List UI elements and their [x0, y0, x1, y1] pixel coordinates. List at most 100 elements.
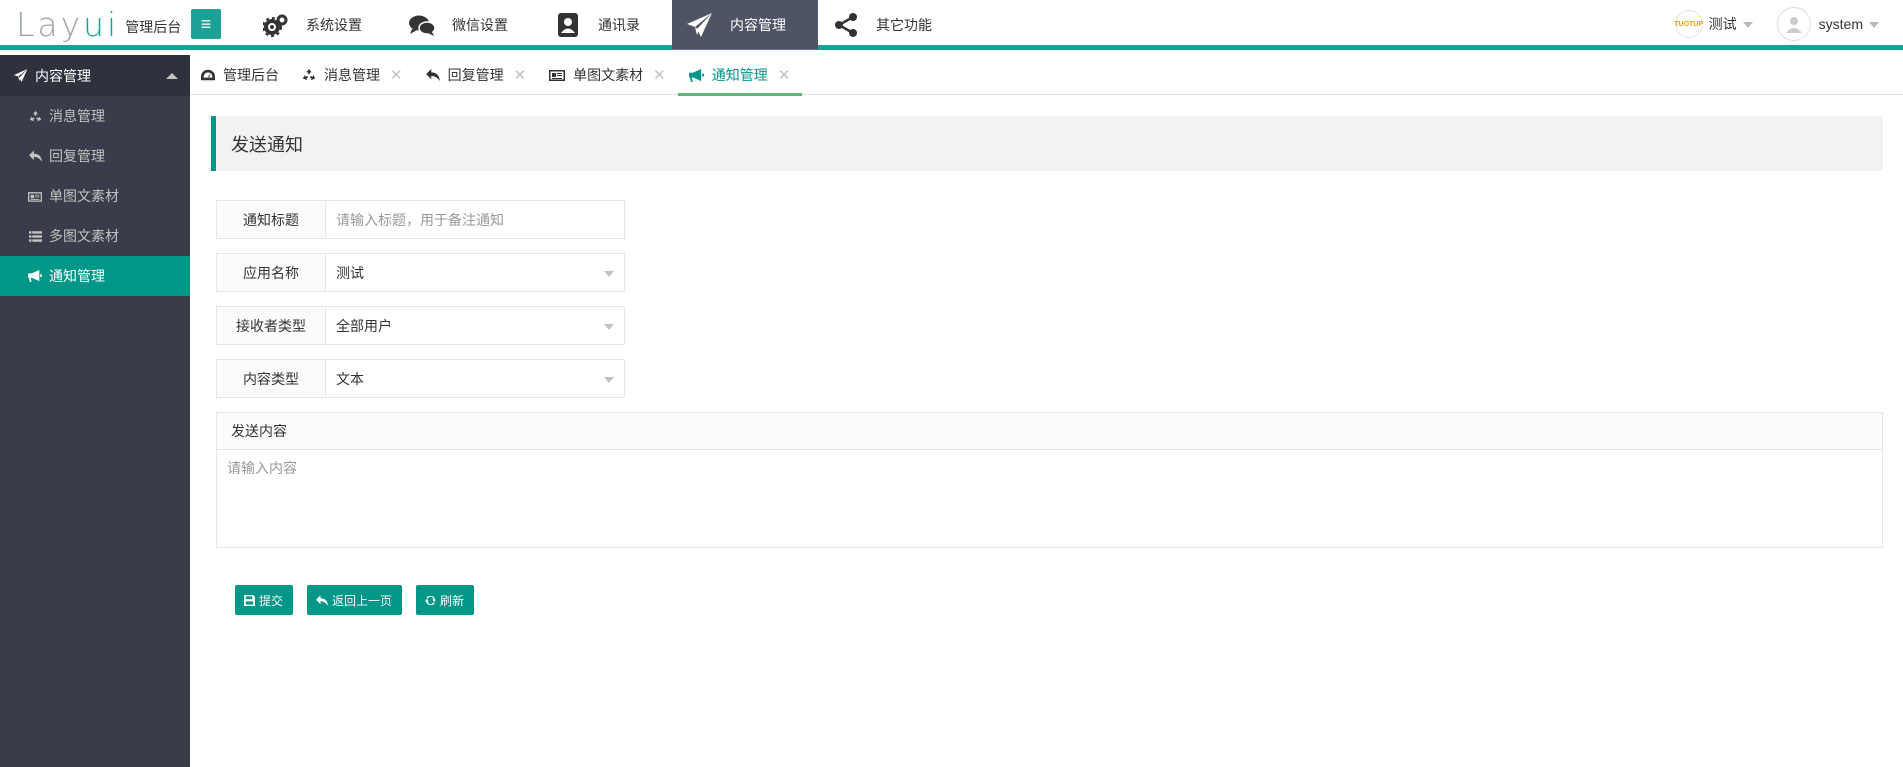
topnav-item-system-settings[interactable]: 系统设置 — [248, 0, 394, 49]
select-value: 全部用户 — [336, 317, 392, 334]
sidebar-item-single-article[interactable]: 单图文素材 — [0, 176, 190, 216]
reply-icon — [316, 594, 329, 606]
tab-single-article[interactable]: 单图文素材 ✕ — [538, 55, 678, 95]
sidebar-item-multi-article[interactable]: 多图文素材 — [0, 216, 190, 256]
sidebar-section-header[interactable]: 内容管理 — [0, 55, 190, 96]
button-row: 提交 返回上一页 刷新 — [235, 585, 488, 615]
button-label: 提交 — [259, 593, 284, 608]
chevron-down-icon — [1742, 22, 1753, 28]
topnav-label: 微信设置 — [452, 16, 508, 33]
avatar — [1776, 7, 1811, 41]
sidebar-item-label: 多图文素材 — [49, 228, 119, 244]
sidebar-item-reply-management[interactable]: 回复管理 — [0, 136, 190, 176]
reply-icon — [28, 150, 42, 162]
app-logo: TUOTUP — [1674, 10, 1703, 38]
page-title: 发送通知 — [211, 116, 1883, 171]
newspaper-icon — [549, 69, 566, 81]
topnav-label: 系统设置 — [306, 16, 362, 33]
topnav-item-contacts[interactable]: 通讯录 — [540, 0, 672, 49]
contact-book-icon — [554, 11, 582, 39]
submit-button[interactable]: 提交 — [235, 585, 294, 615]
field-label: 内容类型 — [216, 359, 326, 398]
sidebar-section-title: 内容管理 — [35, 67, 91, 84]
sidebar-item-label: 回复管理 — [49, 148, 105, 164]
tab-dashboard[interactable]: 管理后台 — [190, 55, 291, 95]
paper-plane-icon — [14, 69, 28, 82]
tab-message-management[interactable]: 消息管理 ✕ — [291, 55, 415, 95]
form-row-receiver: 接收者类型 全部用户 — [216, 306, 625, 345]
list-icon — [28, 230, 42, 242]
top-nav: 系统设置 微信设置 通讯录 内容管理 其它功能 — [248, 0, 964, 50]
tab-reply-management[interactable]: 回复管理 ✕ — [415, 55, 539, 95]
select-value: 测试 — [336, 264, 364, 281]
content-field: 发送内容 — [216, 412, 1883, 548]
chat-bubbles-icon — [408, 11, 436, 39]
sidebar-item-notification-management[interactable]: 通知管理 — [0, 256, 190, 296]
logo[interactable]: Layui 管理后台 — [0, 0, 190, 48]
user-area: TUOTUP 测试 system — [1674, 0, 1903, 48]
reply-icon — [425, 69, 440, 81]
tab-bar: 管理后台 消息管理 ✕ 回复管理 ✕ 单图文素材 ✕ 通知管理 ✕ — [190, 55, 1903, 96]
receiver-type-select[interactable]: 全部用户 — [326, 306, 625, 345]
sidebar: 内容管理 消息管理 回复管理 单图文素材 多图文素材 通知管理 — [0, 55, 190, 767]
bullhorn-icon — [688, 68, 704, 82]
form-row-app: 应用名称 测试 — [216, 253, 625, 292]
refresh-button[interactable]: 刷新 — [416, 585, 475, 615]
field-label: 通知标题 — [216, 200, 326, 239]
main-content: 发送通知 通知标题 应用名称 测试 接收者类型 全部用户 内容类型 文本 发送内… — [190, 96, 1903, 767]
paper-plane-icon — [686, 11, 714, 39]
hamburger-icon: ≡ — [200, 13, 212, 34]
form-row-title: 通知标题 — [216, 200, 625, 239]
chevron-down-icon — [604, 377, 614, 383]
button-label: 刷新 — [440, 593, 465, 608]
tab-label: 管理后台 — [223, 67, 279, 83]
button-label: 返回上一页 — [332, 593, 393, 608]
save-icon — [244, 594, 255, 606]
tab-label: 消息管理 — [324, 67, 380, 83]
topnav-label: 内容管理 — [730, 16, 786, 33]
app-name-select[interactable]: 测试 — [326, 253, 625, 292]
topnav-label: 其它功能 — [876, 16, 932, 33]
chevron-down-icon — [1869, 22, 1879, 28]
content-type-select[interactable]: 文本 — [326, 359, 625, 398]
logo-subtitle: 管理后台 — [125, 19, 182, 35]
content-textarea[interactable] — [217, 450, 1882, 547]
topnav-item-content-management[interactable]: 内容管理 — [672, 0, 818, 49]
app-switcher[interactable]: TUOTUP 测试 — [1674, 10, 1753, 38]
chevron-down-icon — [604, 324, 614, 330]
field-label: 应用名称 — [216, 253, 326, 292]
close-icon[interactable]: ✕ — [653, 66, 666, 84]
gears-icon — [262, 11, 290, 39]
top-header: Layui 管理后台 ≡ 系统设置 微信设置 通讯录 内容管理 其它功能 TUO… — [0, 0, 1903, 50]
username: system — [1818, 16, 1863, 32]
recycle-icon — [302, 68, 316, 82]
chevron-up-icon — [166, 72, 178, 79]
user-menu[interactable]: system — [1776, 7, 1879, 41]
dashboard-icon — [201, 69, 215, 81]
notice-title-input[interactable] — [326, 200, 625, 239]
app-name: 测试 — [1708, 16, 1737, 32]
sidebar-item-label: 消息管理 — [49, 108, 105, 124]
sidebar-item-message-management[interactable]: 消息管理 — [0, 96, 190, 136]
field-label: 接收者类型 — [216, 306, 326, 345]
tab-notification-management[interactable]: 通知管理 ✕ — [677, 55, 803, 96]
tab-label: 单图文素材 — [573, 67, 644, 83]
topnav-item-wechat-settings[interactable]: 微信设置 — [394, 0, 540, 49]
close-icon[interactable]: ✕ — [778, 66, 791, 84]
select-value: 文本 — [336, 370, 364, 387]
share-icon — [832, 11, 860, 39]
close-icon[interactable]: ✕ — [514, 66, 527, 84]
logo-text: Layui — [16, 4, 120, 44]
tab-label: 通知管理 — [711, 67, 768, 83]
topnav-label: 通讯录 — [598, 16, 640, 33]
bullhorn-icon — [28, 270, 42, 282]
chevron-down-icon — [604, 271, 614, 277]
close-icon[interactable]: ✕ — [390, 66, 403, 84]
recycle-icon — [28, 110, 42, 123]
tab-label: 回复管理 — [447, 67, 504, 83]
field-label: 发送内容 — [217, 413, 1882, 450]
sidebar-item-label: 单图文素材 — [49, 188, 119, 204]
back-button[interactable]: 返回上一页 — [307, 585, 403, 615]
menu-toggle-button[interactable]: ≡ — [191, 9, 221, 39]
topnav-item-other-functions[interactable]: 其它功能 — [818, 0, 964, 49]
